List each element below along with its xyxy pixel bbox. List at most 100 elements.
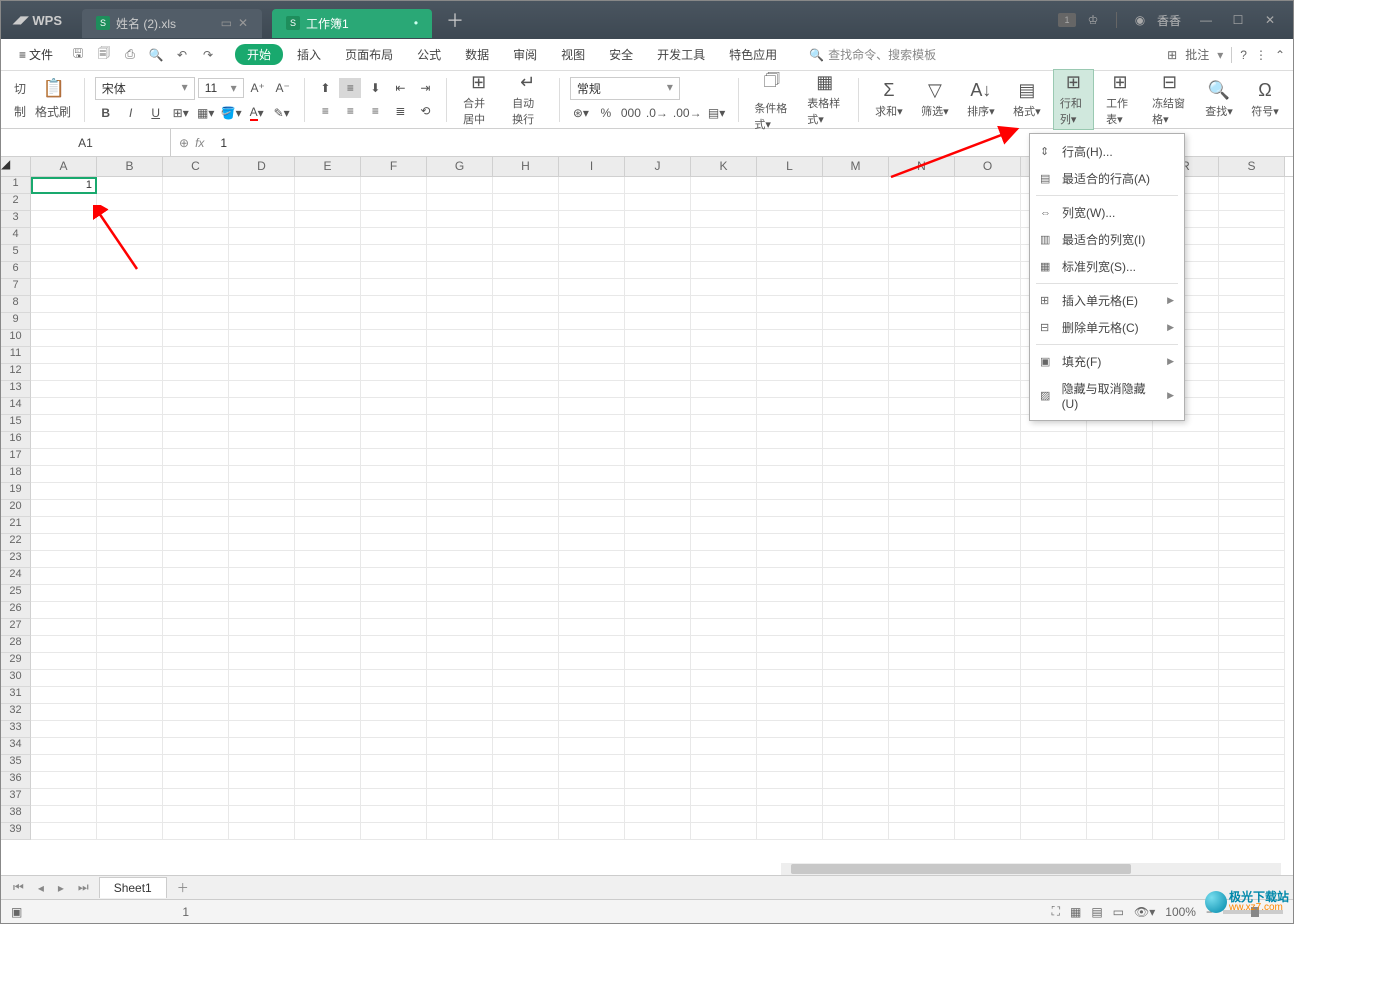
cell[interactable] bbox=[823, 364, 889, 381]
cell[interactable] bbox=[625, 500, 691, 517]
cell[interactable] bbox=[295, 721, 361, 738]
cell[interactable] bbox=[229, 602, 295, 619]
cell[interactable] bbox=[427, 653, 493, 670]
cell[interactable] bbox=[427, 789, 493, 806]
cell[interactable] bbox=[361, 517, 427, 534]
dd-item[interactable]: ▦标准列宽(S)... bbox=[1030, 253, 1184, 280]
cell[interactable] bbox=[889, 806, 955, 823]
rowhdr[interactable]: 1 bbox=[1, 177, 31, 194]
cell[interactable] bbox=[559, 449, 625, 466]
cell[interactable] bbox=[559, 653, 625, 670]
cell[interactable] bbox=[625, 789, 691, 806]
rowhdr[interactable]: 14 bbox=[1, 398, 31, 415]
cell[interactable] bbox=[691, 585, 757, 602]
badge-icon[interactable]: 1 bbox=[1058, 13, 1076, 27]
cell[interactable] bbox=[559, 415, 625, 432]
rowhdr[interactable]: 12 bbox=[1, 364, 31, 381]
cell[interactable] bbox=[361, 194, 427, 211]
cell[interactable] bbox=[163, 585, 229, 602]
cell[interactable] bbox=[295, 551, 361, 568]
cell[interactable] bbox=[625, 330, 691, 347]
colhdr-F[interactable]: F bbox=[361, 157, 427, 176]
cell[interactable] bbox=[1087, 483, 1153, 500]
cell[interactable] bbox=[295, 755, 361, 772]
cell[interactable] bbox=[1219, 279, 1285, 296]
cell[interactable] bbox=[493, 721, 559, 738]
cell[interactable] bbox=[31, 398, 97, 415]
cell[interactable] bbox=[1021, 551, 1087, 568]
cell[interactable] bbox=[823, 381, 889, 398]
rowhdr[interactable]: 31 bbox=[1, 687, 31, 704]
cell[interactable] bbox=[295, 432, 361, 449]
cell[interactable] bbox=[1021, 585, 1087, 602]
cell[interactable] bbox=[361, 245, 427, 262]
cell[interactable] bbox=[757, 755, 823, 772]
cell[interactable] bbox=[955, 381, 1021, 398]
eye-icon[interactable]: 👁▾ bbox=[1134, 905, 1155, 919]
cell[interactable] bbox=[229, 789, 295, 806]
cell[interactable] bbox=[823, 296, 889, 313]
cell[interactable] bbox=[889, 466, 955, 483]
cell[interactable] bbox=[361, 228, 427, 245]
cell[interactable] bbox=[955, 670, 1021, 687]
cell[interactable] bbox=[295, 347, 361, 364]
undo-icon[interactable]: ↶ bbox=[171, 44, 193, 66]
cell[interactable] bbox=[559, 211, 625, 228]
cell[interactable] bbox=[889, 245, 955, 262]
cell[interactable] bbox=[295, 636, 361, 653]
cell[interactable] bbox=[31, 194, 97, 211]
cell[interactable] bbox=[493, 653, 559, 670]
colhdr-G[interactable]: G bbox=[427, 157, 493, 176]
cell[interactable] bbox=[97, 585, 163, 602]
cell[interactable] bbox=[823, 619, 889, 636]
cell[interactable] bbox=[889, 228, 955, 245]
cell[interactable] bbox=[229, 738, 295, 755]
cell[interactable] bbox=[97, 364, 163, 381]
colhdr-C[interactable]: C bbox=[163, 157, 229, 176]
cell[interactable] bbox=[163, 177, 229, 194]
cell[interactable] bbox=[1219, 806, 1285, 823]
colhdr-D[interactable]: D bbox=[229, 157, 295, 176]
cell[interactable] bbox=[559, 789, 625, 806]
cell[interactable] bbox=[163, 245, 229, 262]
cell[interactable] bbox=[493, 313, 559, 330]
cell[interactable] bbox=[691, 483, 757, 500]
cell[interactable] bbox=[493, 806, 559, 823]
cell[interactable] bbox=[559, 551, 625, 568]
cell[interactable] bbox=[889, 211, 955, 228]
tab-formula[interactable]: 公式 bbox=[407, 42, 451, 67]
cell[interactable] bbox=[691, 449, 757, 466]
cell[interactable] bbox=[1021, 670, 1087, 687]
rowhdr[interactable]: 9 bbox=[1, 313, 31, 330]
cell[interactable] bbox=[97, 483, 163, 500]
cell[interactable] bbox=[163, 755, 229, 772]
cell[interactable] bbox=[955, 789, 1021, 806]
print-icon[interactable]: ⎙ bbox=[119, 44, 141, 66]
cell[interactable] bbox=[757, 381, 823, 398]
cell[interactable] bbox=[295, 517, 361, 534]
cell[interactable] bbox=[955, 738, 1021, 755]
cell[interactable] bbox=[889, 432, 955, 449]
cell[interactable] bbox=[955, 228, 1021, 245]
cell[interactable] bbox=[1153, 738, 1219, 755]
border-icon[interactable]: ⊞▾ bbox=[170, 103, 192, 123]
cell[interactable] bbox=[361, 568, 427, 585]
cell[interactable] bbox=[361, 636, 427, 653]
cell[interactable] bbox=[691, 636, 757, 653]
cell[interactable] bbox=[229, 806, 295, 823]
cell[interactable] bbox=[493, 194, 559, 211]
cell[interactable] bbox=[1153, 823, 1219, 840]
cell[interactable] bbox=[1087, 602, 1153, 619]
rowhdr[interactable]: 37 bbox=[1, 789, 31, 806]
preview-icon[interactable]: 🔍 bbox=[145, 44, 167, 66]
cell[interactable] bbox=[1219, 228, 1285, 245]
cell[interactable] bbox=[295, 789, 361, 806]
rowhdr[interactable]: 20 bbox=[1, 500, 31, 517]
cell[interactable] bbox=[889, 670, 955, 687]
cell[interactable]: 1 bbox=[31, 177, 97, 194]
cell[interactable] bbox=[955, 636, 1021, 653]
cell[interactable] bbox=[493, 262, 559, 279]
cell[interactable] bbox=[559, 568, 625, 585]
cell[interactable] bbox=[427, 670, 493, 687]
cell[interactable] bbox=[1219, 738, 1285, 755]
